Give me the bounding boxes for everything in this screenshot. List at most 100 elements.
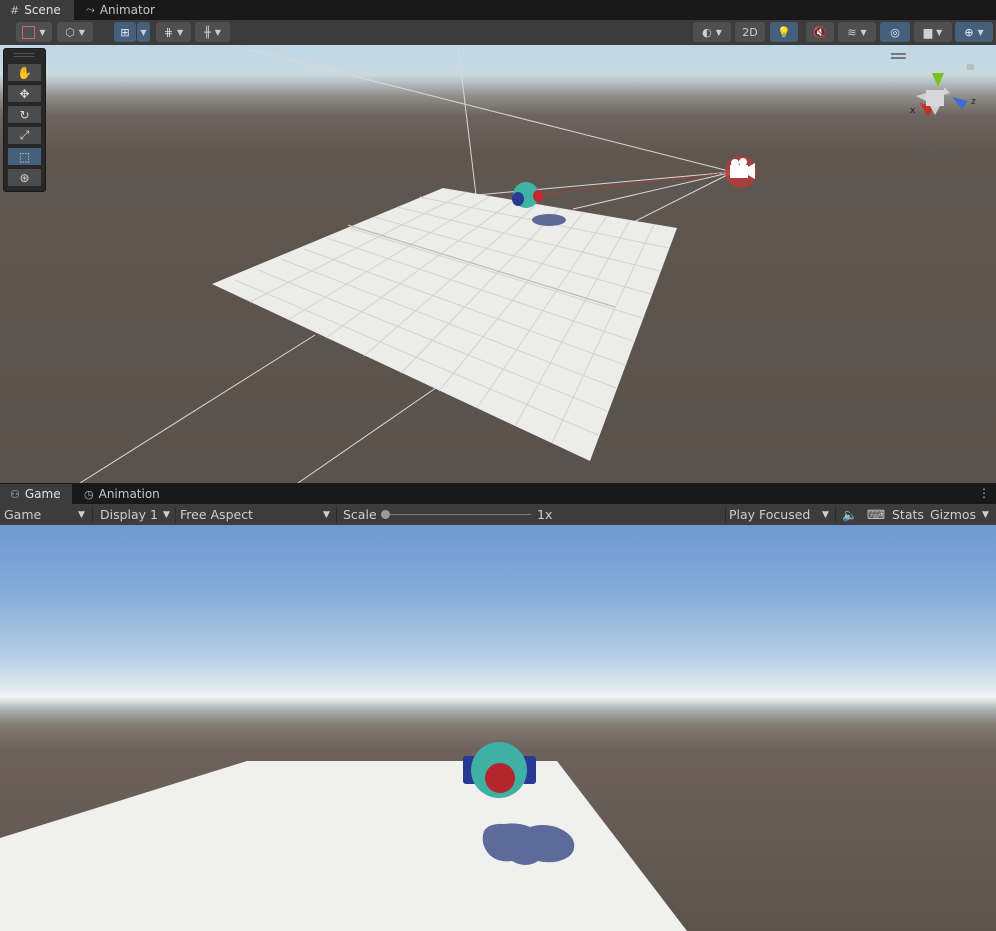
scene-view[interactable]: x z <Persp <box>0 45 996 483</box>
toggle-2d-button[interactable]: 2D <box>735 22 765 42</box>
game-ground-plane <box>0 761 687 931</box>
chevron-down-icon: ▼ <box>982 509 989 520</box>
game-canvas <box>0 742 687 931</box>
stats-button[interactable]: Stats <box>892 504 924 525</box>
hand-tool-button[interactable]: ✋ <box>7 63 42 82</box>
game-character-shadow <box>482 823 575 865</box>
lighting-toggle-button[interactable]: 💡 <box>770 22 798 42</box>
scale-slider-thumb[interactable] <box>381 510 390 519</box>
gizmos-dropdown[interactable]: Gizmos <box>930 504 976 525</box>
drag-handle-icon[interactable] <box>14 53 34 57</box>
scene-toolbar: ▼ ⬡ ▼ ⊞ ▼ ⋕ ▼ ╫ ▼ ◐ ▼ 2D 💡 🔇 ≋ ▼ ◎ ▆ ▼ ⊕ ▼ <box>0 20 996 46</box>
scale-value: 1x <box>537 507 553 522</box>
move-tool-button[interactable]: ✥ <box>7 84 42 103</box>
camera-frustum-line <box>457 45 477 196</box>
lightbulb-icon: 💡 <box>777 25 791 39</box>
toggle-2d-label: 2D <box>742 25 758 39</box>
rotate-tool-button[interactable]: ↻ <box>7 105 42 124</box>
axis-z-label: z <box>971 97 976 107</box>
play-mode-dropdown[interactable]: Play Focused <box>729 504 810 525</box>
tab-animation[interactable]: ◷ Animation <box>74 484 169 504</box>
clock-icon: ◷ <box>84 487 94 501</box>
axis-x-label: x <box>910 106 916 116</box>
hidden-eye-icon: ◎ <box>890 25 900 39</box>
rotate-icon: ↻ <box>19 107 30 122</box>
scale-tool-button[interactable]: ⤢ <box>7 126 42 145</box>
camera-frustum-line <box>79 334 316 483</box>
increment-snap-button[interactable]: ⋕ ▼ <box>156 22 191 42</box>
grid-snap-button[interactable]: ⊞ <box>114 22 136 42</box>
game-view[interactable] <box>0 525 996 931</box>
camera-frustum-line <box>297 384 441 483</box>
grid-snap-icon: ⊞ <box>120 25 130 39</box>
lock-icon <box>967 64 974 70</box>
character-object <box>512 182 543 208</box>
scale-label: Scale <box>343 507 377 522</box>
mute-audio-button[interactable]: 🔈 <box>842 504 858 525</box>
persp-arrow-icon: < <box>913 139 924 153</box>
game-mode-dropdown[interactable]: Game <box>4 504 41 525</box>
tab-game-label: Game <box>24 487 61 501</box>
game-tab-bar: ⚇ Game ◷ Animation ⋮ <box>0 484 996 504</box>
grid-icon: # <box>10 3 20 17</box>
gamepad-icon: ⚇ <box>10 487 20 501</box>
scale-slider-track[interactable] <box>386 514 531 515</box>
render-mode-button[interactable]: ⬡ ▼ <box>57 22 93 42</box>
move-icon: ✥ <box>19 86 30 101</box>
layers-icon: ≋ <box>847 25 857 39</box>
perspective-toggle[interactable]: <Persp <box>913 139 956 153</box>
camera-icon: ▆ <box>923 25 933 39</box>
chevron-down-icon: ▼ <box>323 509 330 520</box>
speaker-icon: 🔈 <box>842 506 858 522</box>
character-shadow <box>532 214 566 226</box>
tab-animator[interactable]: ⤳ Animator <box>76 0 166 20</box>
orientation-gizmo <box>916 73 968 117</box>
aspect-dropdown[interactable]: Free Aspect <box>180 504 253 525</box>
tab-scene[interactable]: # Scene <box>0 0 74 20</box>
camera-frustum-line <box>230 45 734 173</box>
toggle-rulers-button[interactable]: ╫ ▼ <box>195 22 230 42</box>
sphere-icon: ◐ <box>702 25 712 39</box>
transform-tool-button[interactable]: ⊛ <box>7 168 42 187</box>
tool-palette: ✋ ✥ ↻ ⤢ ⬚ ⊛ <box>3 48 46 192</box>
scene-visibility-button[interactable]: ◎ <box>880 22 910 42</box>
audio-toggle-button[interactable]: 🔇 <box>806 22 834 42</box>
tab-animation-label: Animation <box>98 487 160 501</box>
camera-settings-button[interactable]: ▆ ▼ <box>914 22 952 42</box>
more-options-icon[interactable]: ⋮ <box>978 486 990 500</box>
overlay-menu-icon <box>891 53 906 59</box>
transform-icon: ⊛ <box>19 170 30 185</box>
chevron-down-icon: ▼ <box>163 509 170 520</box>
gizmo-globe-icon: ⊕ <box>964 25 974 39</box>
animator-icon: ⤳ <box>86 3 95 16</box>
snap-grid-icon: ⋕ <box>163 25 174 39</box>
persp-label: Persp <box>923 139 957 153</box>
effects-button[interactable]: ≋ ▼ <box>838 22 876 42</box>
draw-mode-button[interactable]: ▼ <box>16 22 52 42</box>
scene-tab-bar: # Scene ⤳ Animator <box>0 0 996 20</box>
chevron-down-icon: ▼ <box>78 509 85 520</box>
look-at-line <box>537 171 734 196</box>
chevron-down-icon: ▼ <box>822 509 829 520</box>
ruler-icon: ╫ <box>204 25 211 39</box>
cube-icon: ⬡ <box>65 25 75 39</box>
camera-gizmo <box>725 156 757 188</box>
draw-mode-icon <box>22 25 36 39</box>
display-dropdown[interactable]: Display 1 <box>100 504 158 525</box>
keyboard-icon: ⌨ <box>867 507 886 522</box>
shortcuts-button[interactable]: ⌨ <box>867 504 885 525</box>
hand-icon: ✋ <box>17 65 32 80</box>
rect-transform-icon: ⬚ <box>18 149 31 164</box>
scale-icon: ⤢ <box>19 128 30 142</box>
tab-animator-label: Animator <box>99 3 155 17</box>
grid-snap-dropdown[interactable]: ▼ <box>137 22 150 42</box>
game-toolbar: Game ▼ Display 1 ▼ Free Aspect ▼ Scale 1… <box>0 504 996 526</box>
scene-canvas <box>79 45 974 483</box>
audio-muted-icon: 🔇 <box>813 25 827 39</box>
tab-scene-label: Scene <box>24 3 61 17</box>
shading-mode-button[interactable]: ◐ ▼ <box>693 22 731 42</box>
gizmos-toggle-button[interactable]: ⊕ ▼ <box>955 22 993 42</box>
camera-frustum-line <box>572 171 734 210</box>
tab-game[interactable]: ⚇ Game <box>0 484 72 504</box>
rect-tool-button[interactable]: ⬚ <box>7 147 42 166</box>
